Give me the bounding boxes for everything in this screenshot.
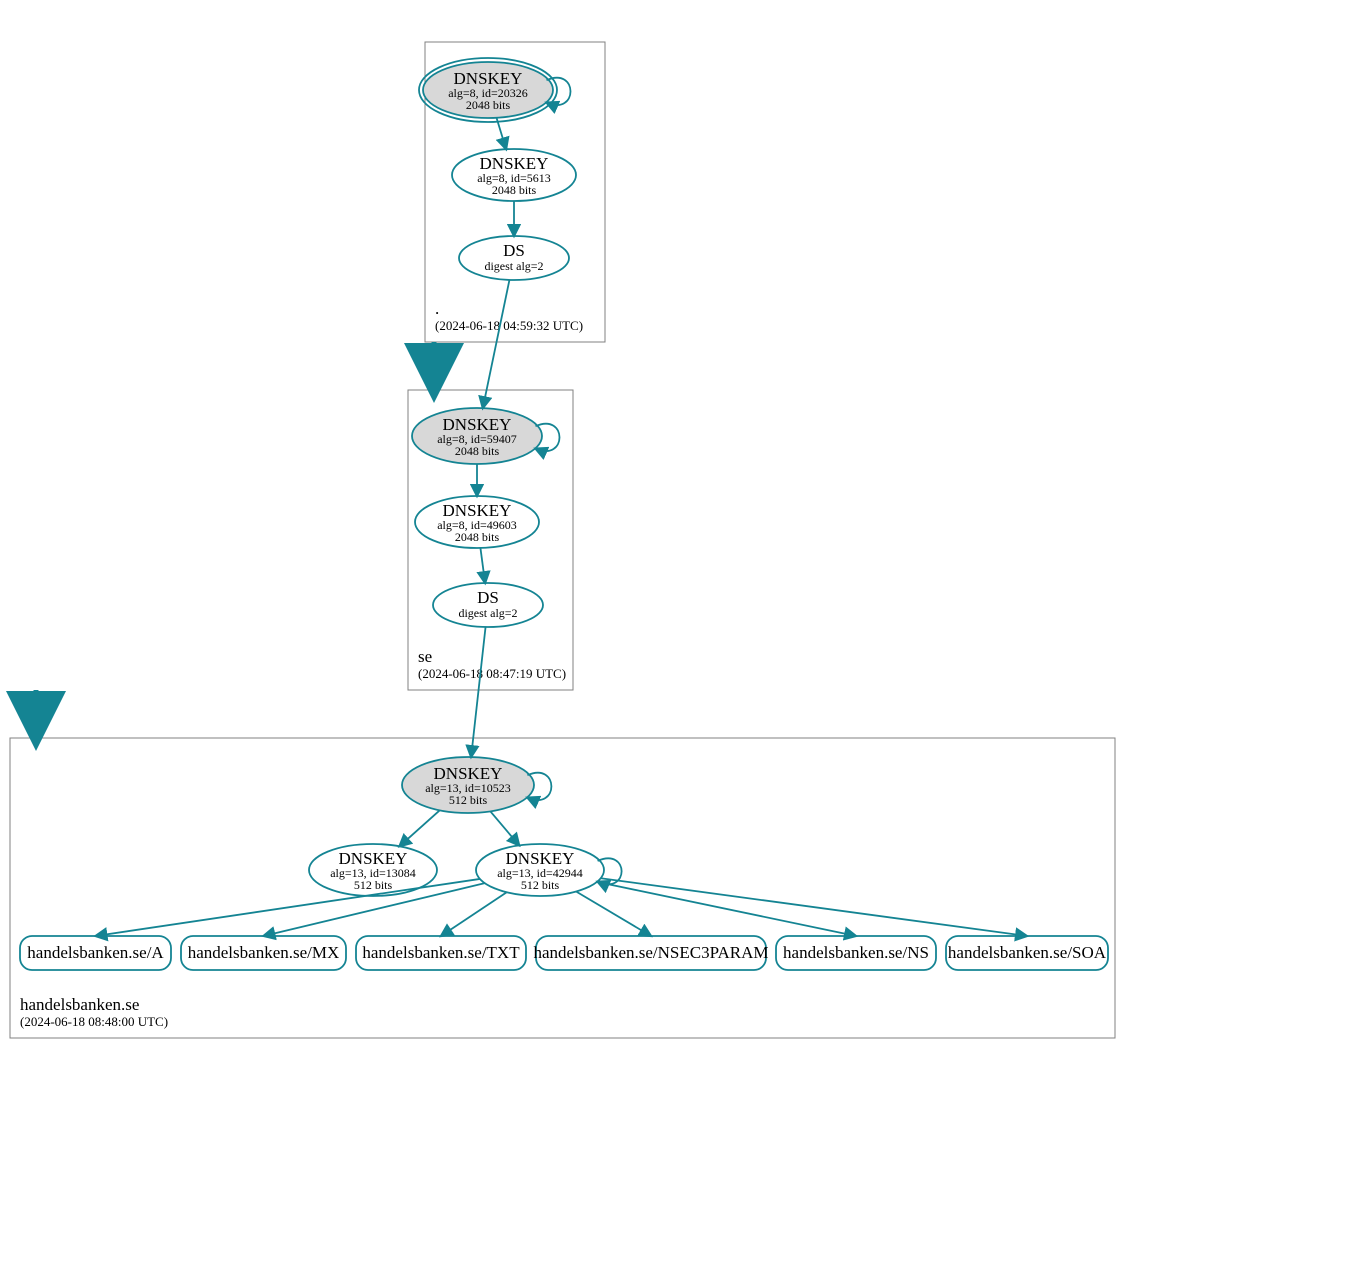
node-root-ds: DSdigest alg=2 xyxy=(459,236,569,280)
zone-label-se: se xyxy=(418,647,432,666)
svg-text:handelsbanken.se/NS: handelsbanken.se/NS xyxy=(783,943,929,962)
svg-text:DS: DS xyxy=(477,588,499,607)
zone-date-hb: (2024-06-18 08:48:00 UTC) xyxy=(20,1014,168,1029)
edge-hb-zsk2-rr-txt xyxy=(441,892,507,936)
zone-date-se: (2024-06-18 08:47:19 UTC) xyxy=(418,666,566,681)
edge-se-zsk-se-ds xyxy=(480,548,485,583)
node-root-ksk: DNSKEYalg=8, id=203262048 bits xyxy=(419,58,557,122)
edge-root-ds-se-ksk xyxy=(483,280,510,408)
svg-text:2048 bits: 2048 bits xyxy=(466,98,511,112)
zone-date-root: (2024-06-18 04:59:32 UTC) xyxy=(435,318,583,333)
svg-text:handelsbanken.se/NSEC3PARAM: handelsbanken.se/NSEC3PARAM xyxy=(533,943,768,962)
edge-hb-ksk-hb-zsk2 xyxy=(490,811,519,845)
svg-text:2048 bits: 2048 bits xyxy=(455,444,500,458)
svg-text:handelsbanken.se/TXT: handelsbanken.se/TXT xyxy=(362,943,520,962)
node-se-ksk: DNSKEYalg=8, id=594072048 bits xyxy=(412,408,542,464)
zone-label-hb: handelsbanken.se xyxy=(20,995,139,1014)
svg-text:512 bits: 512 bits xyxy=(521,878,560,892)
svg-text:handelsbanken.se/SOA: handelsbanken.se/SOA xyxy=(948,943,1107,962)
svg-text:handelsbanken.se/A: handelsbanken.se/A xyxy=(27,943,164,962)
edge-hb-ksk-hb-zsk1 xyxy=(399,810,439,846)
svg-text:digest alg=2: digest alg=2 xyxy=(458,606,517,620)
svg-text:2048 bits: 2048 bits xyxy=(492,183,537,197)
node-hb-zsk2: DNSKEYalg=13, id=42944512 bits xyxy=(476,844,604,896)
svg-text:digest alg=2: digest alg=2 xyxy=(484,259,543,273)
node-se-zsk: DNSKEYalg=8, id=496032048 bits xyxy=(415,496,539,548)
node-hb-ksk: DNSKEYalg=13, id=10523512 bits xyxy=(402,757,534,813)
svg-text:handelsbanken.se/MX: handelsbanken.se/MX xyxy=(188,943,340,962)
svg-text:512 bits: 512 bits xyxy=(449,793,488,807)
edge-root-ksk-root-zsk xyxy=(496,118,506,149)
edge-hb-zsk2-rr-a xyxy=(96,879,480,936)
edge-hb-zsk2-rr-nsec3 xyxy=(576,891,651,936)
svg-text:DS: DS xyxy=(503,241,525,260)
svg-text:2048 bits: 2048 bits xyxy=(455,530,500,544)
node-root-zsk: DNSKEYalg=8, id=56132048 bits xyxy=(452,149,576,201)
svg-text:512 bits: 512 bits xyxy=(354,878,393,892)
node-se-ds: DSdigest alg=2 xyxy=(433,583,543,627)
zone-label-root: . xyxy=(435,299,439,318)
